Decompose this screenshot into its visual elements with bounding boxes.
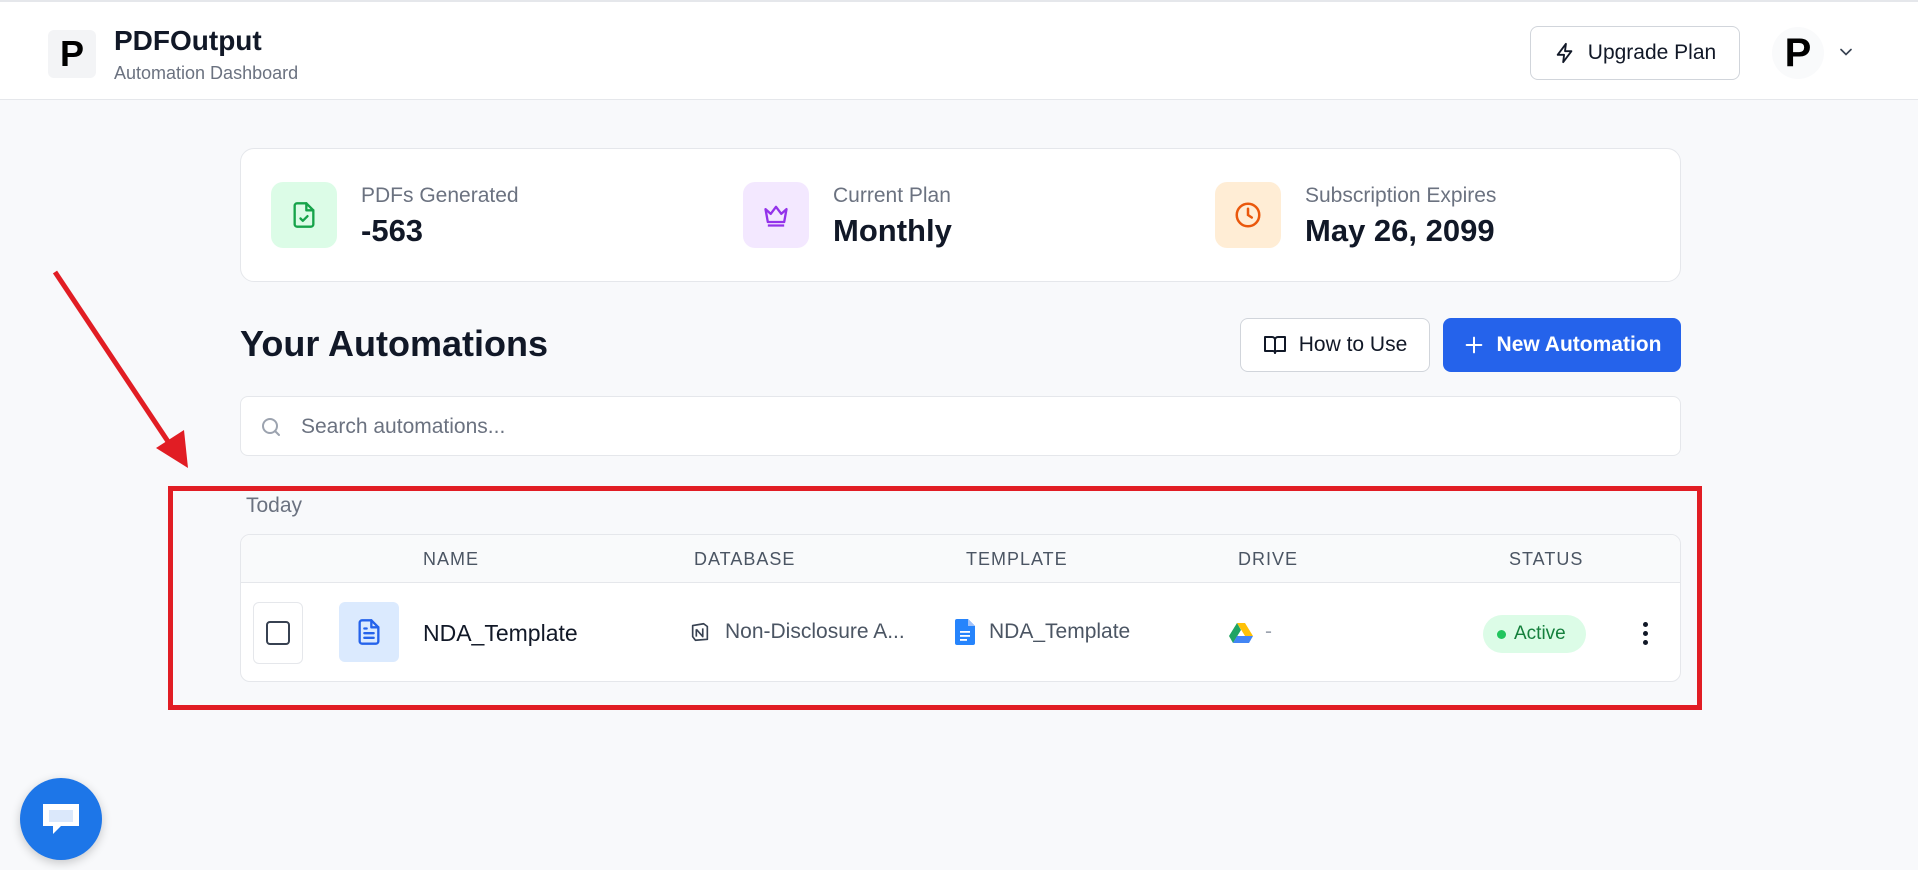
stat-value: -563	[361, 213, 424, 248]
table-row[interactable]: NDA_Template Non-Disclosure A... NDA_Tem…	[241, 584, 1680, 681]
annotation-arrow-icon	[52, 270, 188, 468]
chevron-down-icon[interactable]	[1836, 42, 1856, 62]
avatar[interactable]: P	[1772, 27, 1824, 79]
search-bar	[240, 396, 1681, 456]
file-check-icon	[271, 182, 337, 248]
avatar-letter: P	[1784, 31, 1812, 75]
app-logo: P	[48, 30, 96, 78]
chat-icon	[43, 804, 79, 834]
search-input[interactable]	[301, 409, 1661, 445]
search-icon	[262, 418, 280, 436]
status-dot-icon	[1497, 629, 1506, 639]
column-header-name: NAME	[423, 549, 480, 569]
crown-icon	[743, 182, 809, 248]
automation-name[interactable]: NDA_Template	[423, 620, 578, 647]
upgrade-plan-label: Upgrade Plan	[1587, 41, 1717, 64]
book-icon	[1263, 336, 1286, 354]
how-to-use-label: How to Use	[1298, 333, 1408, 356]
automations-title: Your Automations	[240, 323, 548, 364]
database-name: Non-Disclosure A...	[725, 620, 905, 643]
plus-icon	[1465, 336, 1482, 354]
automations-table: NAME DATABASE TEMPLATE DRIVE STATUS NDA_…	[240, 534, 1681, 682]
google-drive-icon	[1229, 623, 1253, 643]
top-header: P PDFOutput Automation Dashboard Upgrade…	[0, 0, 1918, 100]
chat-support-button[interactable]	[20, 778, 102, 860]
stat-label: Current Plan	[833, 184, 951, 207]
stat-label: PDFs Generated	[361, 184, 519, 207]
column-header-template: TEMPLATE	[966, 549, 1068, 569]
table-header: NAME DATABASE TEMPLATE DRIVE STATUS	[241, 535, 1680, 583]
app-title: PDFOutput	[114, 25, 262, 56]
stats-card: PDFs Generated -563 Current Plan Monthly…	[240, 148, 1681, 282]
row-checkbox[interactable]	[253, 602, 303, 664]
column-header-database: DATABASE	[694, 549, 796, 569]
column-header-status: STATUS	[1509, 549, 1584, 569]
upgrade-plan-button[interactable]: Upgrade Plan	[1530, 26, 1740, 80]
column-header-drive: DRIVE	[1238, 549, 1299, 569]
group-label-today: Today	[246, 494, 303, 517]
how-to-use-button[interactable]: How to Use	[1240, 318, 1430, 372]
status-label: Active	[1514, 623, 1566, 644]
document-icon	[339, 602, 399, 662]
template-name: NDA_Template	[989, 620, 1131, 643]
notion-icon	[691, 622, 709, 642]
google-doc-icon	[955, 619, 975, 645]
more-options-icon[interactable]	[1631, 616, 1659, 650]
logo-letter: P	[59, 33, 84, 74]
new-automation-label: New Automation	[1496, 333, 1662, 356]
stat-value: Monthly	[833, 213, 952, 248]
stat-value: May 26, 2099	[1305, 213, 1495, 248]
stat-label: Subscription Expires	[1305, 184, 1497, 207]
clock-icon	[1215, 182, 1281, 248]
drive-value: -	[1265, 620, 1272, 643]
app-subtitle: Automation Dashboard	[114, 63, 299, 83]
new-automation-button[interactable]: New Automation	[1443, 318, 1681, 372]
status-badge: Active	[1483, 615, 1586, 653]
lightning-icon	[1556, 42, 1573, 64]
